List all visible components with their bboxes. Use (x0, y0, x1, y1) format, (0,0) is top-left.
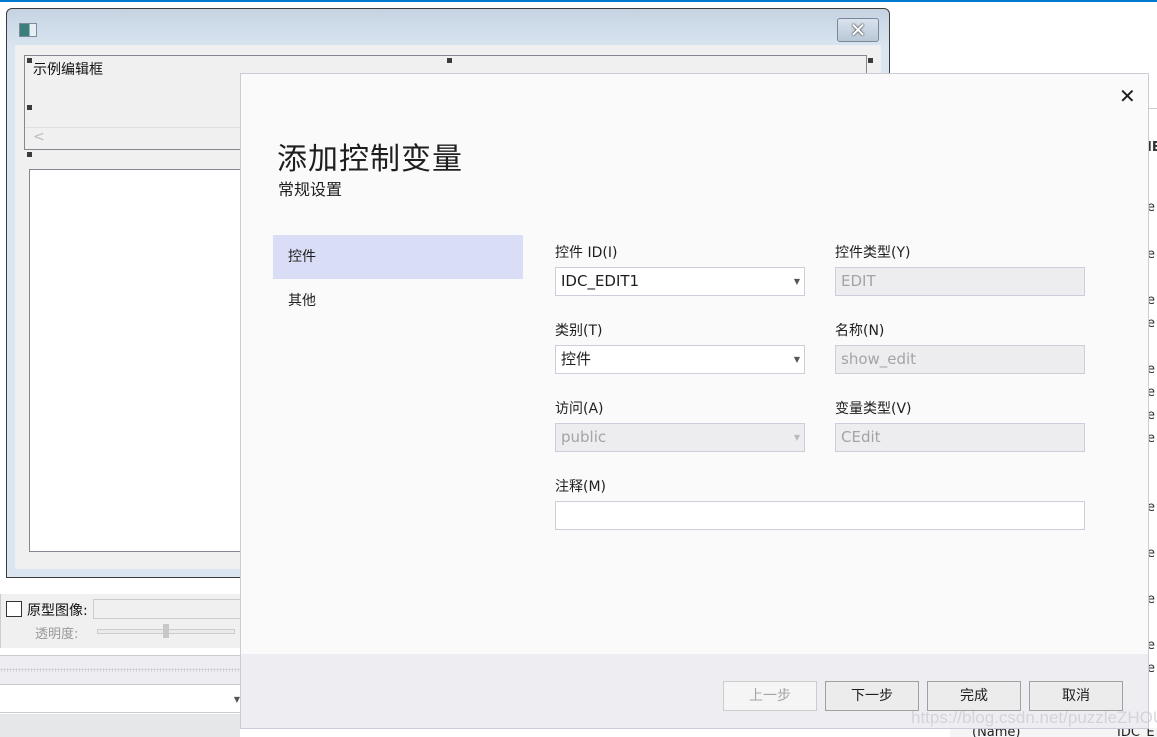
access-dropdown[interactable]: public ▼ (555, 423, 805, 452)
prototype-image-label: 原型图像: (27, 603, 88, 619)
category-value: 控件 (561, 350, 592, 368)
dialog-title: 添加控制变量 (277, 142, 463, 177)
variable-type-label: 变量类型(V) (835, 401, 912, 417)
variable-type-value: CEdit (841, 428, 881, 446)
prototype-image-path-input[interactable] (93, 599, 243, 619)
resize-handle[interactable] (27, 58, 32, 63)
property-row-name[interactable]: (Name) IDC_E (950, 728, 1157, 737)
prev-button[interactable]: 上一步 (723, 681, 817, 711)
dialog-subtitle: 常规设置 (278, 180, 343, 199)
watermark: https://blog.csdn.net/puzzleZHOU (911, 708, 1157, 727)
property-value: IDC_E (1117, 728, 1155, 737)
settings-nav: 控件 其他 (273, 235, 523, 323)
list-control[interactable] (29, 169, 249, 552)
name-value: show_edit (841, 350, 917, 368)
resize-handle[interactable] (27, 105, 32, 110)
variable-type-input[interactable]: CEdit (835, 423, 1085, 452)
nav-item-control[interactable]: 控件 (273, 235, 523, 279)
sample-edit-text: 示例编辑框 (33, 62, 103, 78)
control-id-dropdown[interactable]: IDC_EDIT1 ▼ (555, 267, 805, 296)
comment-label: 注释(M) (555, 479, 607, 495)
next-button[interactable]: 下一步 (825, 681, 919, 711)
close-icon[interactable]: ✕ (1119, 84, 1136, 108)
category-dropdown[interactable]: 控件 ▼ (555, 345, 805, 374)
property-name: (Name) (972, 728, 1021, 737)
opacity-label: 透明度: (35, 627, 79, 642)
opacity-slider-thumb[interactable] (163, 624, 169, 638)
status-strip (0, 714, 240, 737)
resize-handle[interactable] (447, 58, 452, 63)
splitter-bar[interactable] (0, 655, 240, 685)
cancel-button[interactable]: 取消 (1029, 681, 1123, 711)
window-icon (19, 23, 37, 37)
chevron-down-icon: ▼ (793, 277, 800, 286)
finish-button[interactable]: 完成 (927, 681, 1021, 711)
resize-handle[interactable] (868, 58, 873, 63)
chevron-down-icon: ▼ (793, 433, 800, 442)
dialog-close-button[interactable]: ✕ (837, 18, 879, 42)
access-label: 访问(A) (555, 401, 604, 417)
control-id-value: IDC_EDIT1 (561, 272, 640, 290)
control-type-label: 控件类型(Y) (835, 245, 911, 261)
chevron-down-icon: ▼ (793, 355, 800, 364)
comment-input[interactable] (555, 501, 1085, 530)
name-input[interactable]: show_edit (835, 345, 1085, 374)
accent-line (0, 0, 1157, 2)
scroll-left-icon[interactable]: < (33, 129, 45, 145)
prototype-image-checkbox[interactable] (6, 601, 22, 617)
add-control-variable-dialog: ✕ 添加控制变量 常规设置 控件 其他 控件 ID(I) IDC_EDIT1 ▼… (240, 73, 1149, 729)
control-id-label: 控件 ID(I) (555, 245, 618, 261)
nav-item-other[interactable]: 其他 (273, 279, 523, 323)
control-type-input[interactable]: EDIT (835, 267, 1085, 296)
control-type-value: EDIT (841, 272, 876, 290)
access-value: public (561, 428, 607, 446)
category-label: 类别(T) (555, 323, 603, 339)
object-combo[interactable]: ▼ (0, 688, 240, 713)
name-label: 名称(N) (835, 323, 885, 339)
resize-handle[interactable] (27, 152, 32, 157)
